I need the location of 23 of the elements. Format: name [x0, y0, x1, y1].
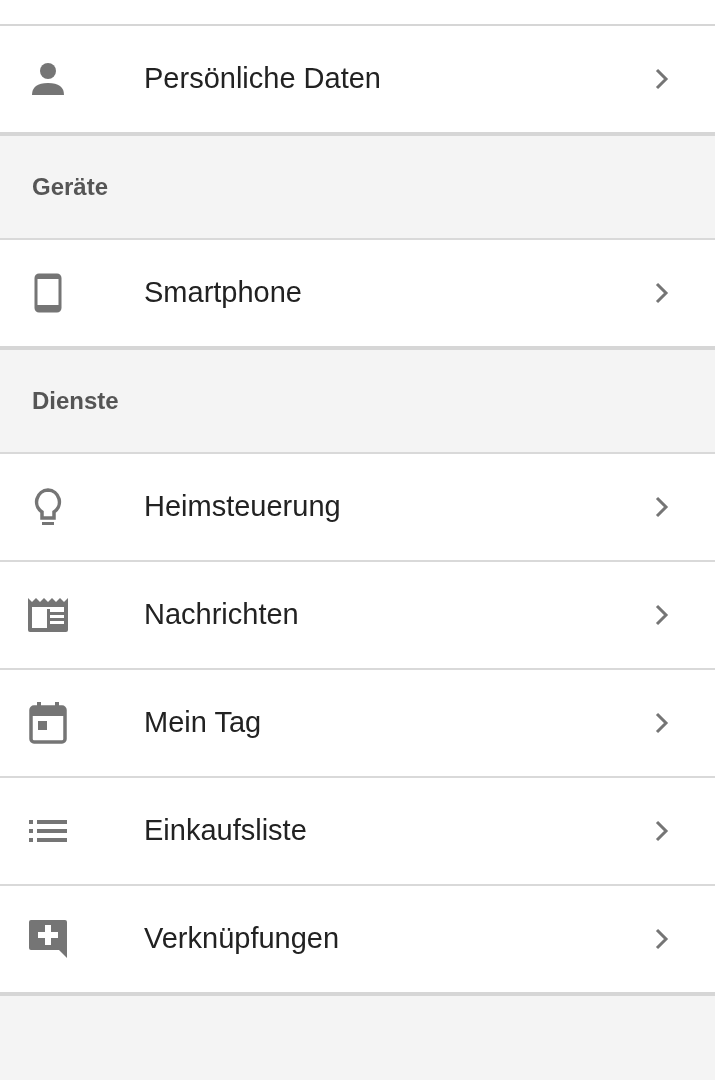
add-comment-icon: [28, 919, 68, 959]
chevron-right-icon: [655, 820, 669, 842]
menu-item[interactable]: Heimsteuerung: [0, 454, 715, 562]
menu-item[interactable]: Smartphone: [0, 240, 715, 350]
menu-item[interactable]: Verknüpfungen: [0, 886, 715, 996]
calendar-icon: [29, 702, 67, 744]
section-title: Dienste: [32, 386, 119, 416]
chevron-right-icon: [655, 68, 669, 90]
chevron-right-icon: [655, 282, 669, 304]
chevron-right-icon: [655, 928, 669, 950]
menu-item[interactable]: Persönliche Daten: [0, 26, 715, 136]
section-title: Geräte: [32, 172, 109, 202]
menu-item[interactable]: Mein Tag: [0, 670, 715, 778]
list-icon: [29, 820, 67, 842]
lightbulb-icon: [33, 487, 63, 527]
person-icon: [30, 62, 66, 96]
chevron-right-icon: [655, 604, 669, 626]
chevron-right-icon: [655, 496, 669, 518]
menu-item[interactable]: Nachrichten: [0, 562, 715, 670]
smartphone-icon: [34, 273, 62, 313]
menu-item[interactable]: Einkaufsliste: [0, 778, 715, 886]
newspaper-icon: [27, 597, 69, 633]
chevron-right-icon: [655, 712, 669, 734]
